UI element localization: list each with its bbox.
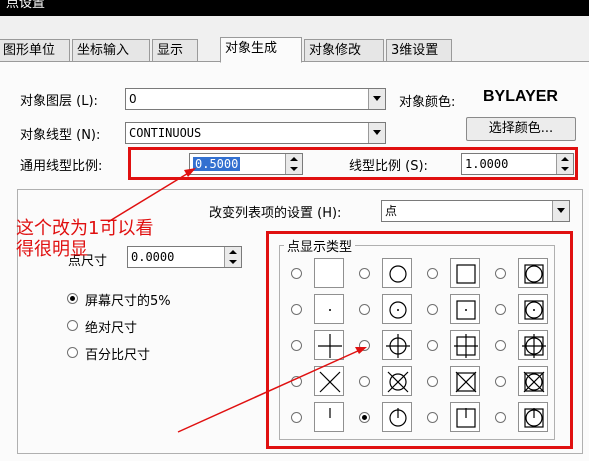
annotation-arrows (107, 168, 367, 433)
arrow-line-2 (177, 349, 361, 433)
tab-object-creation[interactable]: 对象生成 (220, 37, 302, 63)
arrow-head-2 (355, 347, 367, 354)
arrow-line-1 (107, 171, 191, 223)
arrow-head-1 (184, 168, 196, 177)
